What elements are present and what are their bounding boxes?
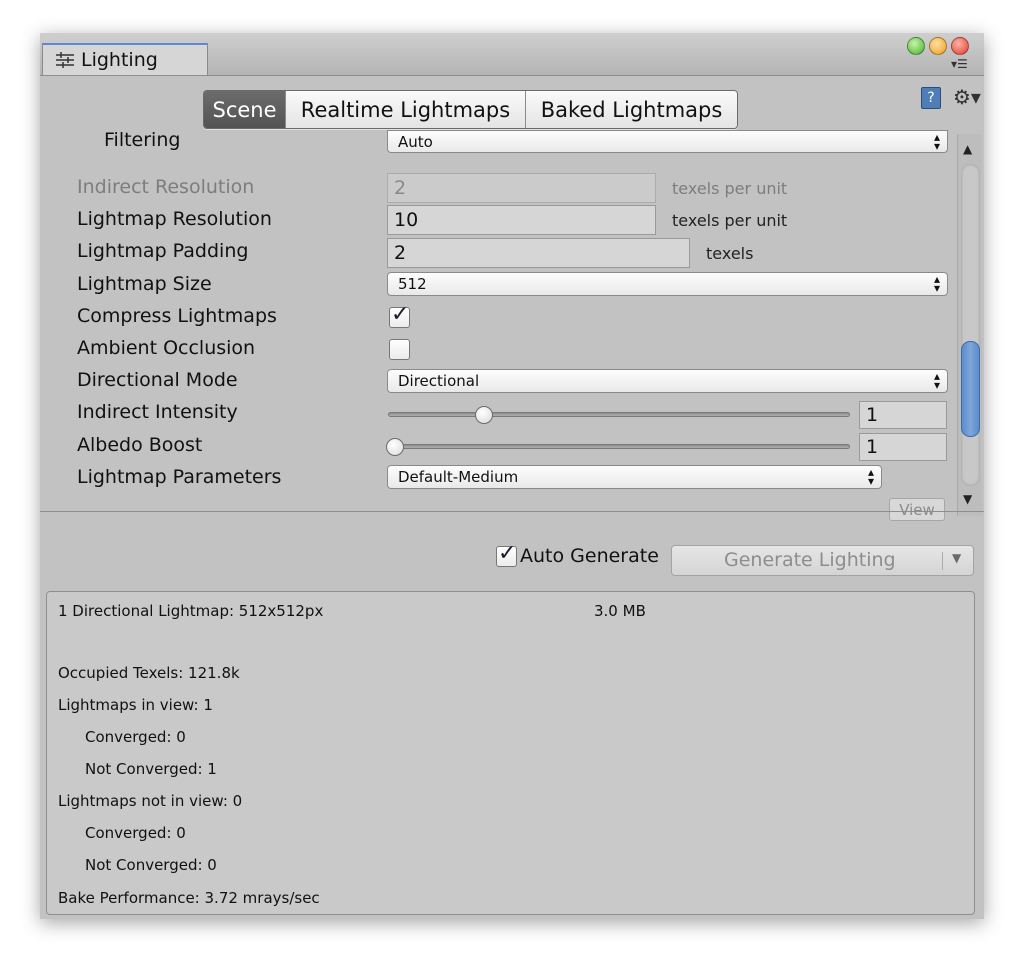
albedo-boost-label: Albedo Boost	[77, 434, 203, 456]
tab-scene[interactable]: Scene	[204, 91, 285, 128]
scrollbar-thumb[interactable]	[961, 341, 980, 437]
section-divider	[40, 511, 984, 512]
generate-lighting-label: Generate Lighting	[724, 549, 896, 571]
scroll-up-arrow-icon[interactable]: ▲	[963, 142, 972, 156]
vertical-scrollbar[interactable]: ▲ ▼	[957, 134, 982, 516]
stat-lightmap-memory: 3.0 MB	[594, 602, 646, 620]
close-button[interactable]	[951, 37, 969, 55]
filtering-dropdown[interactable]: Auto ▴ ▾	[387, 130, 948, 153]
tab-baked-lightmaps[interactable]: Baked Lightmaps	[525, 91, 737, 128]
lightmap-resolution-label: Lightmap Resolution	[77, 208, 272, 230]
lightmap-padding-label: Lightmap Padding	[77, 240, 249, 262]
albedo-boost-slider-track[interactable]	[388, 444, 850, 449]
stat-not-in-view-converged: Converged: 0	[85, 824, 186, 842]
lightmap-parameters-value: Default-Medium	[398, 468, 519, 486]
generate-lighting-button[interactable]: Generate Lighting ▼	[671, 545, 974, 576]
lightmap-resolution-unit: texels per unit	[672, 211, 788, 230]
dropdown-arrows-icon: ▴ ▾	[933, 369, 940, 392]
compress-lightmaps-label: Compress Lightmaps	[77, 305, 277, 327]
lightmap-parameters-label: Lightmap Parameters	[77, 466, 282, 488]
albedo-boost-field[interactable]: 1	[859, 433, 947, 461]
lightmap-parameters-dropdown[interactable]: Default-Medium ▴ ▾	[387, 465, 882, 489]
stat-lightmaps-not-in-view: Lightmaps not in view: 0	[58, 792, 243, 810]
window-title: Lighting	[81, 49, 158, 71]
window-tab-lighting[interactable]: Lighting	[42, 43, 208, 75]
maximize-button[interactable]	[907, 37, 925, 55]
view-button[interactable]: View	[889, 498, 945, 521]
lightmap-size-dropdown[interactable]: 512 ▴ ▾	[387, 272, 948, 296]
indirect-intensity-slider-track[interactable]	[388, 412, 850, 417]
auto-generate-label: Auto Generate	[520, 545, 659, 567]
stat-lightmaps-in-view: Lightmaps in view: 1	[58, 696, 213, 714]
indirect-intensity-field[interactable]: 1	[859, 401, 947, 429]
tab-realtime-lightmaps[interactable]: Realtime Lightmaps	[285, 91, 525, 128]
lighting-window: Lighting ▾☰ Scene Realtime Lightmaps Bak…	[40, 33, 984, 919]
lightmap-size-value: 512	[398, 275, 427, 293]
button-separator	[942, 552, 943, 570]
scroll-down-arrow-icon[interactable]: ▼	[963, 492, 972, 506]
title-bar: Lighting ▾☰	[40, 33, 984, 76]
filtering-label: Filtering	[104, 129, 181, 151]
stat-occupied-texels: Occupied Texels: 121.8k	[58, 664, 240, 682]
indirect-intensity-label: Indirect Intensity	[77, 401, 238, 423]
indirect-resolution-label: Indirect Resolution	[77, 176, 255, 198]
chevron-down-icon[interactable]: ▼	[952, 551, 961, 565]
stat-in-view-not-converged: Not Converged: 1	[85, 760, 217, 778]
lightmap-resolution-field[interactable]: 10	[387, 205, 656, 235]
compress-lightmaps-checkbox[interactable]: ✓	[389, 302, 410, 328]
gear-icon[interactable]: ⚙▾	[953, 85, 981, 109]
checkmark-icon: ✓	[391, 302, 410, 327]
lightmap-padding-unit: texels	[706, 244, 754, 263]
lighting-icon	[56, 52, 74, 68]
auto-generate-checkbox[interactable]: ✓	[496, 541, 517, 567]
checkmark-icon: ✓	[498, 541, 517, 566]
stat-in-view-converged: Converged: 0	[85, 728, 186, 746]
directional-mode-dropdown[interactable]: Directional ▴ ▾	[387, 369, 948, 393]
ambient-occlusion-label: Ambient Occlusion	[77, 337, 256, 359]
minimize-button[interactable]	[929, 37, 947, 55]
ambient-occlusion-checkbox[interactable]	[389, 339, 410, 360]
dropdown-arrows-icon: ▴ ▾	[867, 465, 874, 488]
dropdown-arrows-icon: ▴ ▾	[933, 130, 940, 153]
window-menu-icon[interactable]: ▾☰	[951, 57, 968, 71]
indirect-resolution-unit: texels per unit	[672, 179, 788, 198]
stat-lightmap-summary: 1 Directional Lightmap: 512x512px	[58, 602, 324, 620]
filtering-value: Auto	[398, 132, 433, 151]
scrollbar-track[interactable]	[961, 164, 980, 486]
lightmap-stats-panel: 1 Directional Lightmap: 512x512px 3.0 MB…	[46, 591, 975, 915]
mode-tabs: Scene Realtime Lightmaps Baked Lightmaps	[203, 90, 738, 129]
dropdown-arrows-icon: ▴ ▾	[933, 272, 940, 295]
indirect-intensity-slider-thumb[interactable]	[475, 406, 493, 424]
lightmap-padding-field[interactable]: 2	[387, 238, 690, 268]
stat-not-in-view-not-converged: Not Converged: 0	[85, 856, 217, 874]
lightmap-size-label: Lightmap Size	[77, 273, 212, 295]
stat-bake-performance: Bake Performance: 3.72 mrays/sec	[58, 889, 320, 907]
directional-mode-label: Directional Mode	[77, 369, 238, 391]
help-icon[interactable]: ?	[921, 87, 941, 109]
directional-mode-value: Directional	[398, 372, 480, 390]
albedo-boost-slider-thumb[interactable]	[386, 438, 404, 456]
indirect-resolution-field: 2	[387, 173, 656, 203]
